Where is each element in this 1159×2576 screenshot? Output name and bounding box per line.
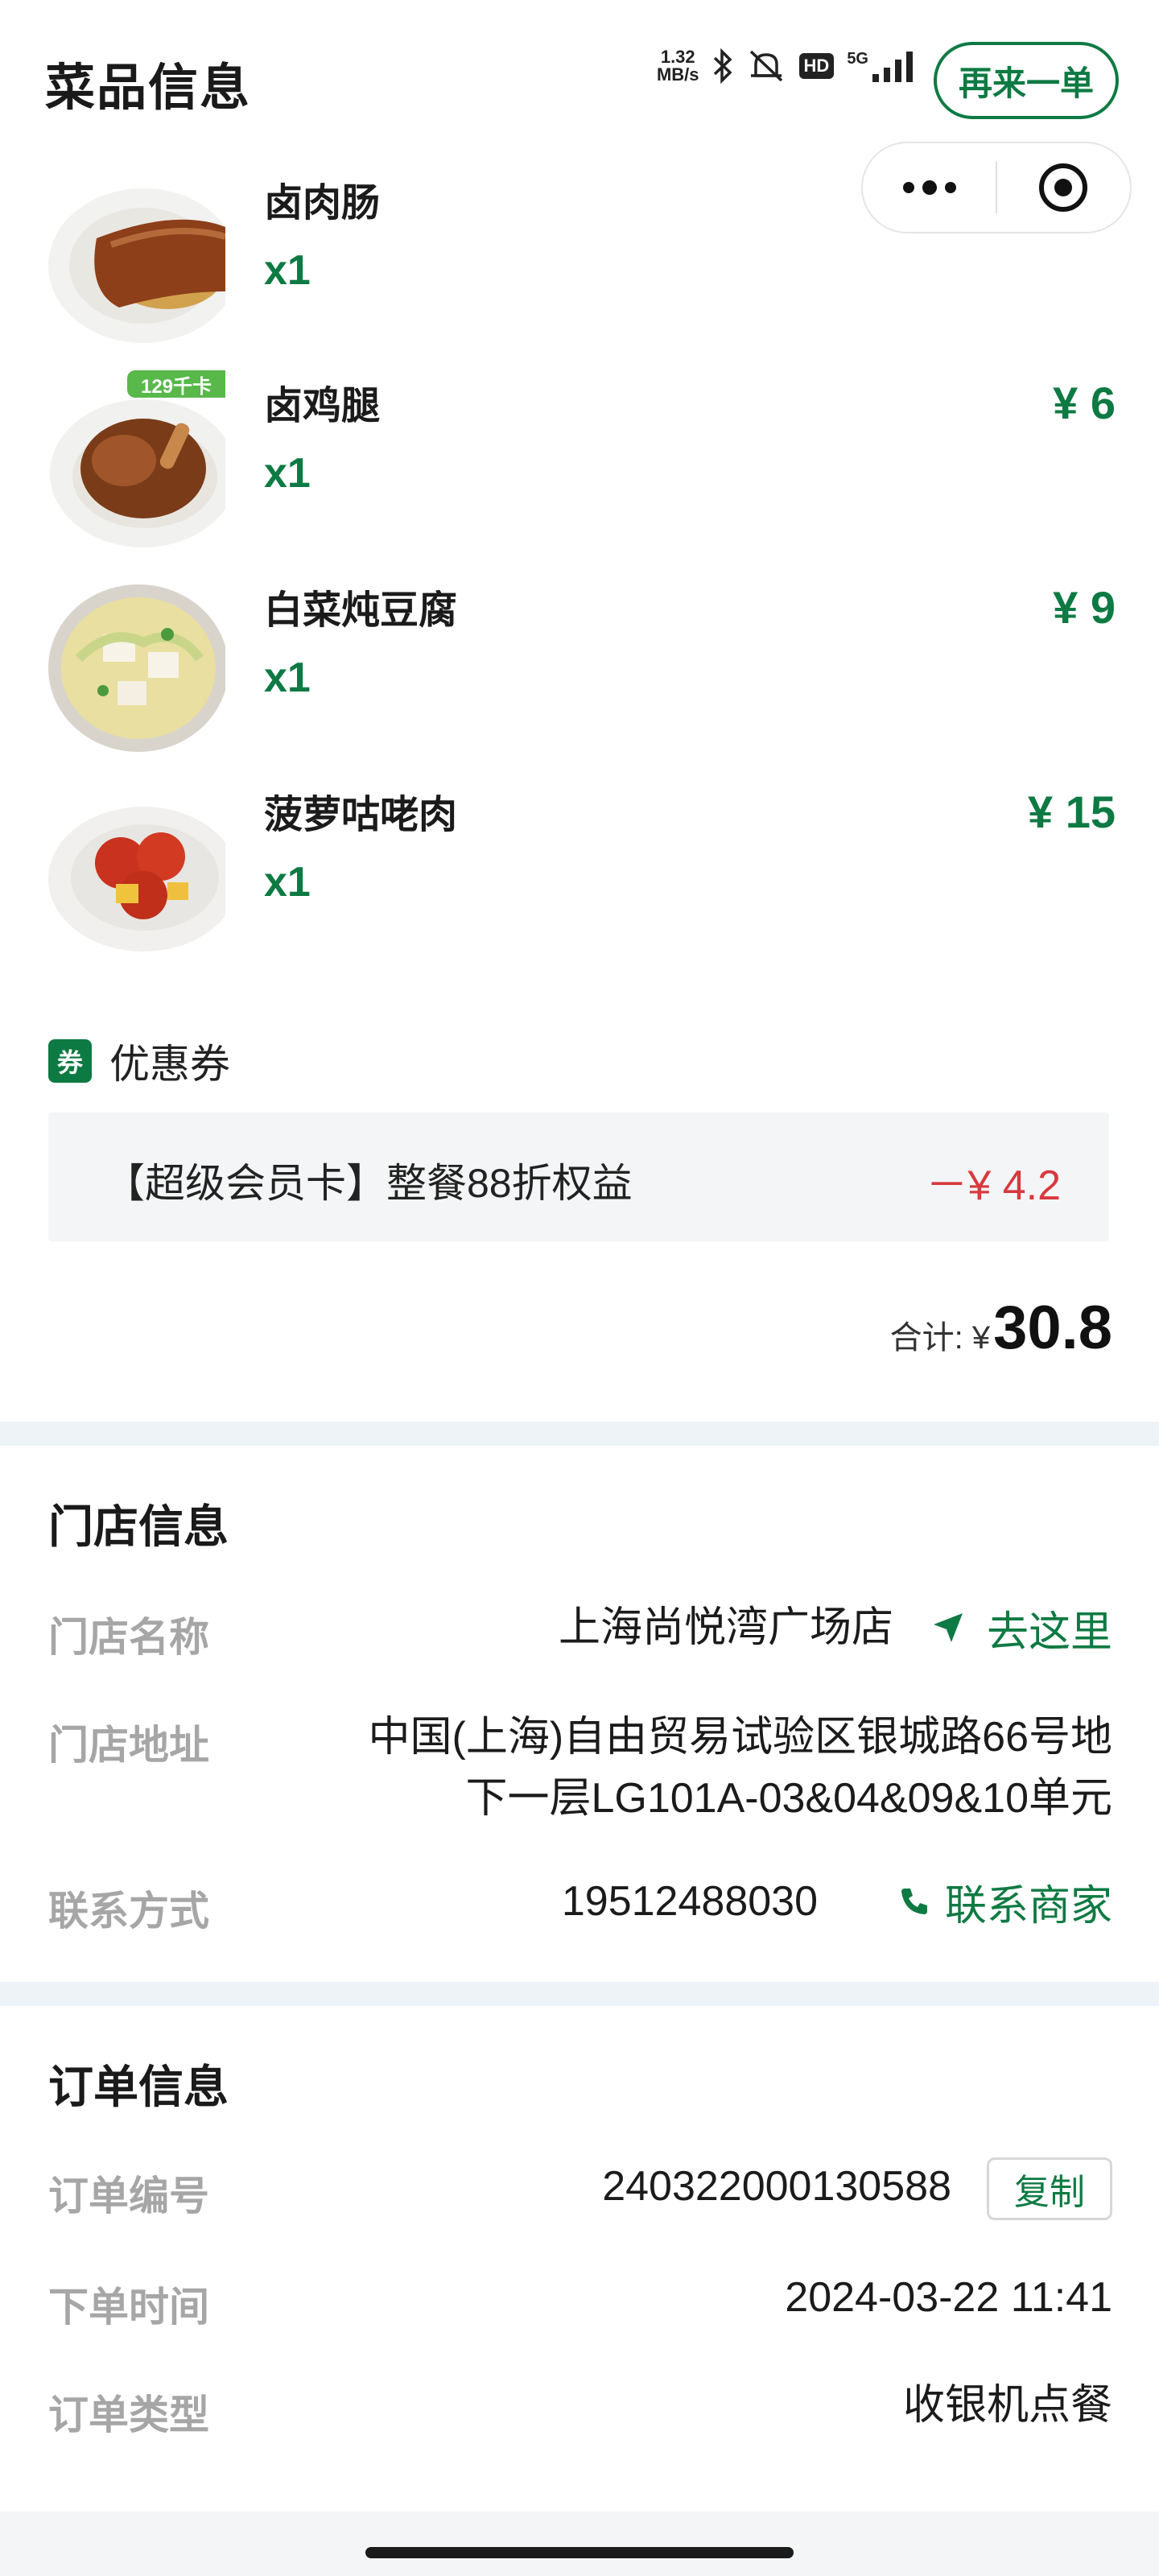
contact-phone: 19512488030	[561, 1878, 818, 1925]
signal-icon: 5G	[847, 50, 918, 82]
dish-name: 白菜炖豆腐	[264, 589, 458, 632]
section-divider	[0, 1982, 1159, 2006]
dish-image	[47, 374, 225, 552]
total-value: 30.8	[993, 1294, 1112, 1362]
dish-image	[47, 171, 225, 349]
bluetooth-icon	[712, 48, 733, 84]
reorder-button[interactable]: 再来一单	[934, 42, 1119, 119]
store-address: 中国(上海)自由贸易试验区银城路66号地 下一层LG101A-03&04&09&…	[368, 1714, 1112, 1822]
home-indicator[interactable]	[365, 2547, 794, 2558]
order-number: 240322000130588	[602, 2163, 951, 2210]
mute-bell-icon	[746, 48, 786, 84]
store-name: 上海尚悦湾广场店	[558, 1604, 893, 1651]
coupon-description: 【超级会员卡】整餐88折权益	[105, 1161, 633, 1206]
dish-price: ¥5	[1065, 171, 1116, 222]
dish-price: ¥ 9	[1053, 582, 1116, 633]
navigate-label: 去这里	[986, 1608, 1112, 1656]
contact-merchant-button[interactable]: 联系商家	[898, 1871, 1112, 1932]
coupon-discount: －¥ 4.2	[926, 1162, 1061, 1209]
store-address-label: 门店地址	[48, 1723, 209, 1768]
dish-image	[47, 782, 225, 961]
dish-item: 白菜炖豆腐 x1 ¥ 9	[0, 578, 1159, 779]
navigate-button[interactable]: 去这里	[930, 1597, 1112, 1658]
top-bar: 菜品信息 1.32 MB/s HD 5G 再来一单	[0, 0, 1159, 145]
coupon-item: 【超级会员卡】整餐88折权益 －¥ 4.2	[48, 1113, 1109, 1241]
order-type: 收银机点餐	[902, 2382, 1112, 2429]
dish-price: ¥ 6	[1053, 378, 1116, 428]
contact-merchant-label: 联系商家	[944, 1882, 1112, 1930]
dish-quantity: x1	[264, 859, 311, 906]
status-bar: 1.32 MB/s HD 5G	[657, 48, 918, 84]
dish-name: 卤肉肠	[264, 182, 381, 225]
dish-quantity: x1	[264, 654, 311, 701]
copy-button[interactable]: 复制	[987, 2157, 1112, 2220]
dish-item: 菠萝咕咾肉 x1 ¥ 15	[0, 782, 1159, 984]
phone-icon	[901, 1889, 927, 1914]
coupon-icon: 券	[48, 1039, 92, 1083]
total-label: 合计: ¥	[889, 1320, 991, 1356]
hd-icon: HD	[798, 53, 835, 79]
calorie-badge: 129千卡	[127, 370, 225, 398]
dish-item: 卤肉肠 x1 ¥5	[0, 171, 1159, 372]
order-type-label: 订单类型	[48, 2392, 209, 2438]
store-name-label: 门店名称	[48, 1615, 209, 1660]
order-section-title: 订单信息	[48, 2062, 229, 2112]
dish-image	[47, 578, 225, 757]
dish-item: 129千卡 卤鸡腿 x1 ¥ 6	[0, 370, 1159, 575]
dish-name: 菠萝咕咾肉	[264, 794, 458, 836]
location-arrow-icon	[933, 1613, 963, 1642]
order-time: 2024-03-22 11:41	[785, 2274, 1112, 2321]
coupon-header: 券 优惠券	[48, 1032, 230, 1090]
order-number-label: 订单编号	[48, 2174, 209, 2219]
store-section-title: 门店信息	[48, 1501, 229, 1552]
contact-label: 联系方式	[48, 1889, 209, 1934]
network-speed: 1.32 MB/s	[656, 47, 699, 85]
dish-quantity: x1	[264, 450, 311, 497]
dish-price: ¥ 15	[1028, 786, 1116, 837]
dish-quantity: x1	[264, 247, 311, 294]
bottom-safe-area	[0, 2512, 1159, 2576]
dish-name: 卤鸡腿	[264, 385, 381, 427]
order-total: 合计: ¥ 30.8	[890, 1293, 1112, 1363]
section-divider	[0, 1422, 1159, 1446]
order-time-label: 下单时间	[48, 2285, 209, 2330]
page-title: 菜品信息	[45, 60, 252, 116]
coupon-label: 优惠券	[109, 1042, 230, 1087]
